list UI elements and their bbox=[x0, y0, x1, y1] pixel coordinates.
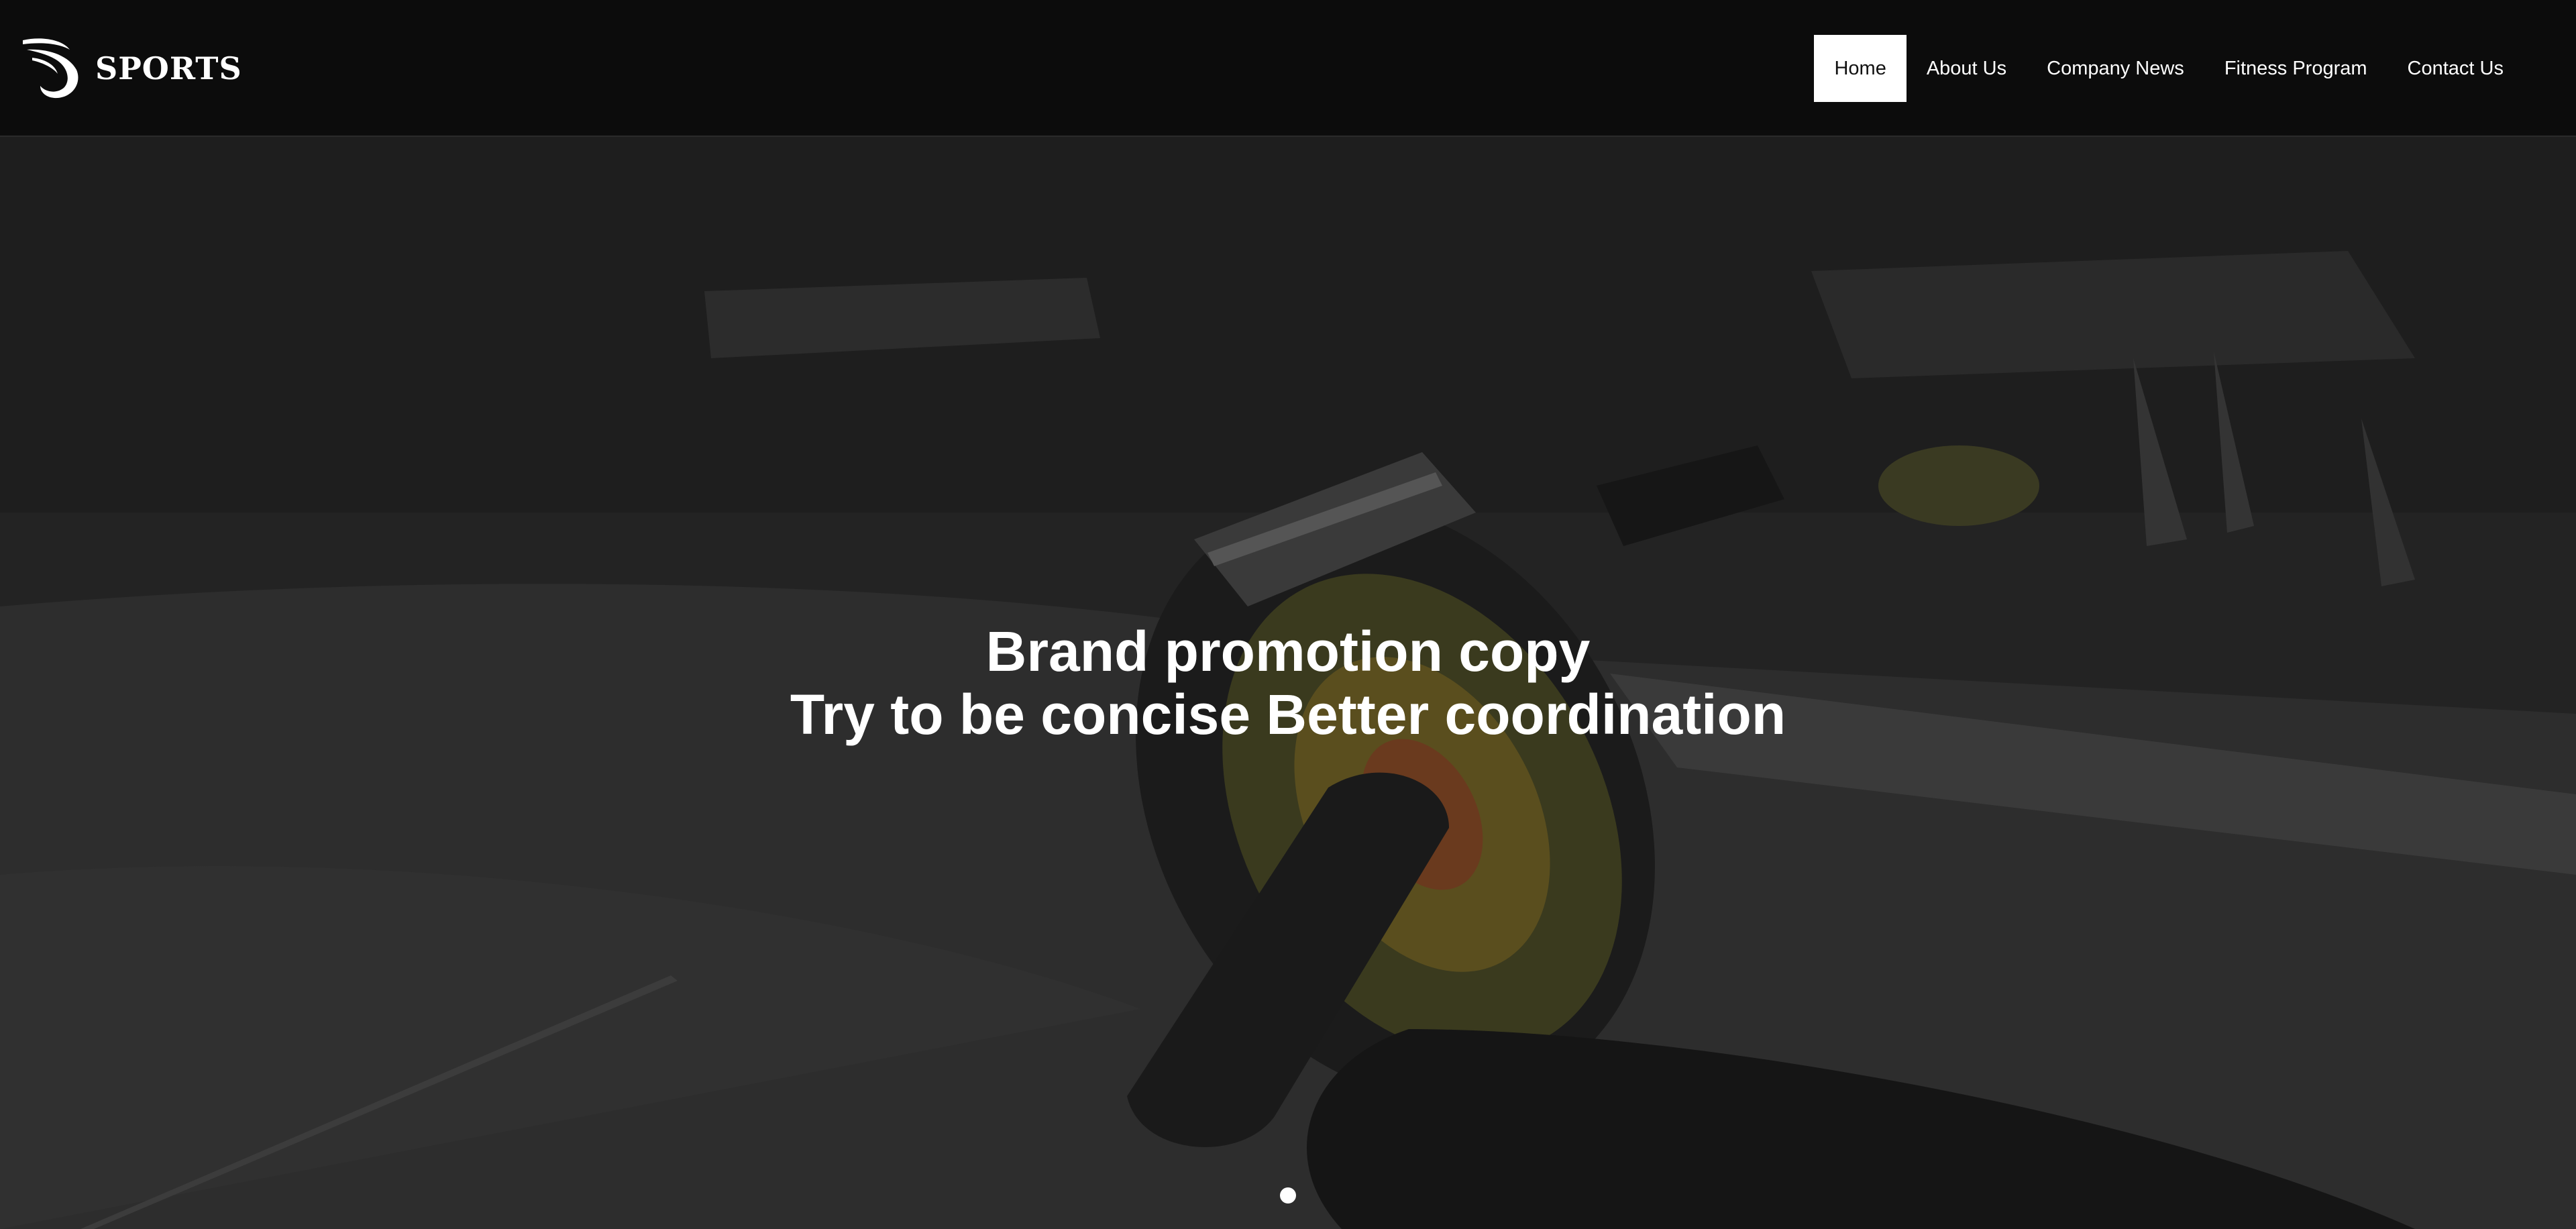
carousel-dot[interactable] bbox=[1280, 1187, 1296, 1204]
nav-item-about-us[interactable]: About Us bbox=[1907, 35, 2027, 102]
hero-banner[interactable]: Brand promotion copy Try to be concise B… bbox=[0, 137, 2576, 1229]
page: SPORTS Home About Us Company News Fitnes… bbox=[0, 0, 2576, 1229]
brand-logo[interactable]: SPORTS bbox=[20, 34, 242, 103]
nav-item-home[interactable]: Home bbox=[1814, 35, 1907, 102]
hero-headline: Brand promotion copy bbox=[985, 620, 1591, 683]
nav-item-fitness-program[interactable]: Fitness Program bbox=[2204, 35, 2387, 102]
hero-copy: Brand promotion copy Try to be concise B… bbox=[0, 620, 2576, 746]
swoosh-logo-icon bbox=[23, 38, 78, 99]
carousel-pagination bbox=[0, 1187, 2576, 1204]
main-nav: Home About Us Company News Fitness Progr… bbox=[1814, 35, 2524, 102]
brand-name: SPORTS bbox=[95, 50, 242, 87]
site-header: SPORTS Home About Us Company News Fitnes… bbox=[0, 0, 2576, 137]
nav-item-company-news[interactable]: Company News bbox=[2027, 35, 2204, 102]
hero-subheadline: Try to be concise Better coordination bbox=[790, 683, 1786, 746]
nav-item-contact-us[interactable]: Contact Us bbox=[2387, 35, 2524, 102]
